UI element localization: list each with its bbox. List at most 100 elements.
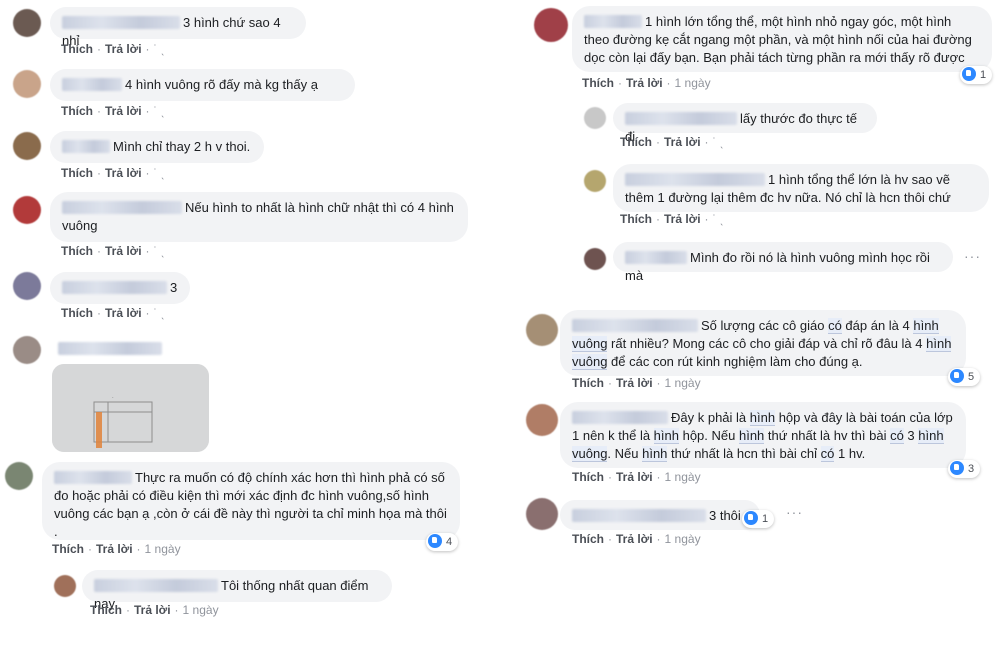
like-link[interactable]: Thích: [61, 42, 93, 56]
reply-link[interactable]: Trả lời: [105, 166, 142, 180]
attached-photo[interactable]: .: [52, 364, 209, 452]
like-link[interactable]: Thích: [61, 166, 93, 180]
commenter-name[interactable]: [62, 201, 182, 214]
commenter-name[interactable]: [54, 471, 132, 484]
timestamp: 1 ngày: [664, 532, 701, 546]
avatar[interactable]: [526, 314, 558, 346]
avatar[interactable]: [13, 336, 41, 364]
timestamp: 1 ngày: [144, 542, 181, 556]
reply-link[interactable]: Trả lời: [664, 212, 701, 226]
commenter-name[interactable]: [625, 173, 765, 186]
reaction-count[interactable]: 3: [948, 460, 981, 478]
commenter-name[interactable]: [584, 15, 642, 28]
commenter-name[interactable]: [572, 319, 698, 332]
like-link[interactable]: Thích: [572, 376, 604, 390]
more-options-icon[interactable]: ···: [964, 248, 981, 264]
timestamp: ˙ ˎ: [153, 166, 165, 180]
avatar[interactable]: [13, 196, 41, 224]
commenter-name[interactable]: [572, 509, 706, 522]
comment-actions: Thích · Trả lời · ˙ ˎ: [61, 42, 165, 56]
reaction-count[interactable]: 5: [948, 368, 981, 386]
comment-actions: Thích · Trả lời · ˙ ˎ: [61, 104, 165, 118]
commenter-name[interactable]: [94, 579, 218, 592]
comment-actions: Thích · Trả lời · ˙ ˎ: [620, 135, 724, 149]
reply-link[interactable]: Trả lời: [664, 135, 701, 149]
avatar[interactable]: [13, 9, 41, 37]
comment-text: Mình chỉ thay 2 h v thoi.: [113, 139, 251, 154]
commenter-name[interactable]: [62, 281, 167, 294]
comment-actions: Thích · Trả lời · 1 ngày: [572, 376, 701, 390]
reply-link[interactable]: Trả lời: [134, 603, 171, 617]
like-link[interactable]: Thích: [61, 244, 93, 258]
commenter-name[interactable]: [58, 342, 162, 355]
comment-text: 3: [170, 280, 178, 295]
avatar[interactable]: [5, 462, 33, 490]
like-reaction-icon: [962, 67, 976, 81]
comment: Mình chỉ thay 2 h v thoi. Thích · Trả lời ·…: [0, 124, 490, 184]
more-options-icon[interactable]: ···: [786, 504, 803, 520]
comment-bubble: Đây k phải là hình hộp và đây là bài toá…: [560, 402, 966, 468]
avatar[interactable]: [13, 132, 41, 160]
like-link[interactable]: Thích: [52, 542, 84, 556]
like-link[interactable]: Thích: [572, 532, 604, 546]
comment-bubble: 1 hình lớn tổng thể, một hình nhỏ ngay g…: [572, 6, 992, 72]
reaction-count[interactable]: 1: [742, 510, 775, 528]
comment-bubble: Nếu hình to nhất là hình chữ nhật thì có…: [50, 192, 468, 242]
like-link[interactable]: Thích: [620, 135, 652, 149]
comment: 3 Thích · Trả lời · ˙ ˎ: [0, 266, 490, 326]
timestamp: 1 ngày: [664, 470, 701, 484]
reply-link[interactable]: Trả lời: [616, 376, 653, 390]
comment-bubble: 3: [50, 272, 190, 304]
avatar[interactable]: [526, 498, 558, 530]
reply-link[interactable]: Trả lời: [105, 42, 142, 56]
like-link[interactable]: Thích: [582, 76, 614, 90]
avatar[interactable]: [54, 575, 76, 597]
like-link[interactable]: Thích: [620, 212, 652, 226]
avatar[interactable]: [13, 70, 41, 98]
commenter-name[interactable]: [625, 251, 687, 264]
like-link[interactable]: Thích: [572, 470, 604, 484]
avatar[interactable]: [584, 248, 606, 270]
like-link[interactable]: Thích: [61, 104, 93, 118]
reply-link[interactable]: Trả lời: [105, 244, 142, 258]
comment-bubble: 3 thôi: [560, 500, 760, 530]
avatar[interactable]: [526, 404, 558, 436]
comment-bubble: 3 hình chứ sao 4 nhỉ: [50, 7, 306, 48]
commenter-name[interactable]: [625, 112, 737, 125]
comment: 3 hình chứ sao 4 nhỉ Thích · Trả lời · ˙ ˎ: [0, 0, 490, 60]
comment: 4 hình vuông rõ đấy mà kg thấy ạ Thích · T…: [0, 62, 490, 122]
comment-bubble: Số lượng các cô giáo có đáp án là 4 hình…: [560, 310, 966, 376]
avatar[interactable]: [584, 170, 606, 192]
like-reaction-icon: [950, 369, 964, 383]
commenter-name[interactable]: [62, 140, 110, 153]
comment-actions: Thích · Trả lời · ˙ ˎ: [61, 306, 165, 320]
reply-link[interactable]: Trả lời: [105, 306, 142, 320]
commenter-name[interactable]: [62, 16, 180, 29]
reply-link[interactable]: Trả lời: [616, 470, 653, 484]
commenter-name[interactable]: [62, 78, 122, 91]
comment: Đây k phải là hình hộp và đây là bài toá…: [510, 400, 1000, 490]
comment: Số lượng các cô giáo có đáp án là 4 hình…: [510, 306, 1000, 392]
reply-link[interactable]: Trả lời: [626, 76, 663, 90]
avatar[interactable]: [584, 107, 606, 129]
reply-comment: lấy thước đo thực tế đi Thích · Trả lời · ˙ …: [510, 100, 1000, 154]
commenter-name[interactable]: [572, 411, 668, 424]
like-reaction-icon: [744, 511, 758, 525]
comment-bubble: Tôi thống nhất quan điểm nay: [82, 570, 392, 611]
reaction-count[interactable]: 4: [426, 533, 459, 551]
reply-link[interactable]: Trả lời: [105, 104, 142, 118]
avatar[interactable]: [13, 272, 41, 300]
reply-link[interactable]: Trả lời: [616, 532, 653, 546]
comment: 3 thôi 1 ··· Thích · Trả lời · 1 ngày: [510, 494, 1000, 554]
comment: Nếu hình to nhất là hình chữ nhật thì có…: [0, 188, 490, 263]
like-link[interactable]: Thích: [90, 603, 122, 617]
comment-actions: Thích · Trả lời · 1 ngày: [572, 532, 701, 546]
timestamp: ˙ ˎ: [712, 212, 724, 226]
reply-link[interactable]: Trả lời: [96, 542, 133, 556]
like-reaction-icon: [428, 534, 442, 548]
like-link[interactable]: Thích: [61, 306, 93, 320]
avatar[interactable]: [534, 8, 568, 42]
comment-bubble: Mình đo rồi nó là hình vuông mình học rồ…: [613, 242, 953, 283]
comment-text: 3 thôi: [709, 508, 741, 523]
reaction-count[interactable]: 1: [960, 66, 993, 84]
